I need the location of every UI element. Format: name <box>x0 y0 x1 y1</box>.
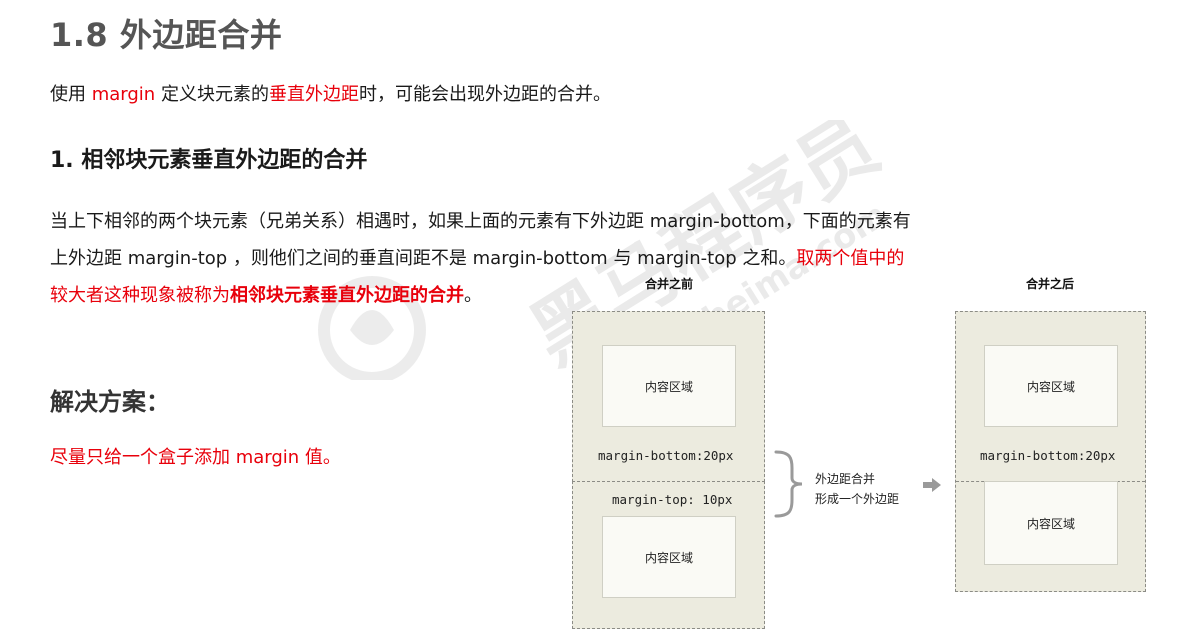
paragraph-line-3-end: 。 <box>464 285 482 306</box>
after-bottom-content-label: 内容区域 <box>1026 516 1075 531</box>
before-margin-bottom-label: margin-bottom:20px <box>598 448 734 463</box>
before-top-content: 内容区域 <box>602 345 736 427</box>
intro-highlight-vertical-margin: 垂直外边距 <box>268 84 359 105</box>
intro-part3: 时，可能会出现外边距的合并。 <box>358 84 611 105</box>
merge-note: 外边距合并 形成一个外边距 <box>815 469 899 509</box>
merge-note-line-1: 外边距合并 <box>815 472 876 486</box>
section-heading: 1. 相邻块元素垂直外边距的合并 <box>50 148 368 173</box>
before-bottom-content-label: 内容区域 <box>644 550 693 565</box>
paragraph-term-bold: 相邻块元素垂直外边距的合并 <box>230 285 464 306</box>
paragraph-line-2-highlight: 取两个值中的 <box>796 248 905 269</box>
after-bottom-content: 内容区域 <box>984 481 1118 565</box>
right-arrow-icon <box>923 478 941 492</box>
before-caption: 合并之前 <box>645 277 694 291</box>
paragraph-line-3: 较大者这种现象被称为相邻块元素垂直外边距的合并。 <box>50 281 482 307</box>
solution-heading: 解决方案： <box>50 388 170 416</box>
before-top-content-label: 内容区域 <box>644 379 693 394</box>
merge-note-line-2: 形成一个外边距 <box>815 492 900 506</box>
after-top-content: 内容区域 <box>984 345 1118 427</box>
page-title: 1.8 外边距合并 <box>50 16 283 54</box>
intro-text: 使用 margin 定义块元素的垂直外边距时，可能会出现外边距的合并。 <box>50 80 611 106</box>
after-margin-bottom-label: margin-bottom:20px <box>980 448 1116 463</box>
after-top-content-label: 内容区域 <box>1026 379 1075 394</box>
intro-part2: 定义块元素的 <box>155 84 269 105</box>
paragraph-line-2: 上外边距 margin-top ，则他们之间的垂直间距不是 margin-bot… <box>50 244 904 270</box>
paragraph-line-2-text: 上外边距 margin-top ，则他们之间的垂直间距不是 margin-bot… <box>50 248 797 269</box>
before-bottom-content: 内容区域 <box>602 516 736 598</box>
paragraph-line-1: 当上下相邻的两个块元素（兄弟关系）相遇时，如果上面的元素有下外边距 margin… <box>50 211 911 232</box>
after-caption: 合并之后 <box>1026 277 1075 291</box>
before-margin-top-label: margin-top: 10px <box>612 492 733 507</box>
intro-highlight-margin: margin <box>91 84 156 105</box>
curly-brace-icon <box>774 450 803 518</box>
paragraph-line-3-highlight: 较大者这种现象被称为 <box>50 285 230 306</box>
intro-part1: 使用 <box>50 84 92 105</box>
solution-text: 尽量只给一个盒子添加 margin 值。 <box>50 447 341 468</box>
